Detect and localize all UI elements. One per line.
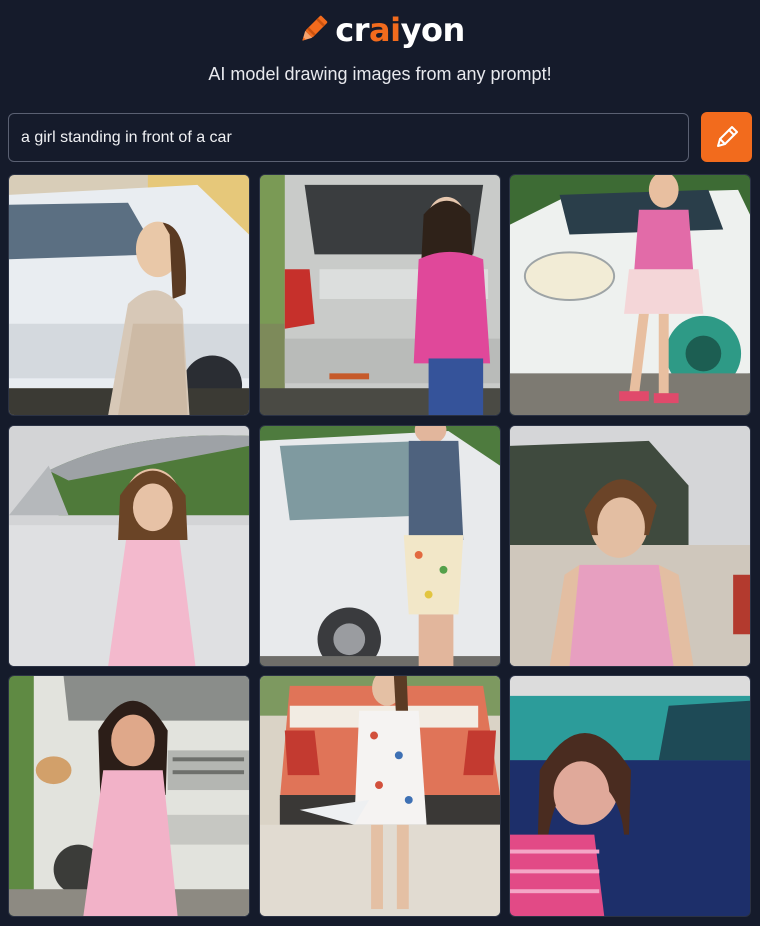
pencil-icon <box>716 126 738 147</box>
image-girl-pink-dress-white-suv <box>9 676 249 916</box>
image-girl-silver-hatchback <box>260 175 500 415</box>
craiyon-logo[interactable]: craiyon <box>0 8 760 52</box>
generated-image-6[interactable] <box>509 425 751 667</box>
generated-image-4[interactable] <box>8 425 250 667</box>
generated-image-1[interactable] <box>8 174 250 416</box>
crayon-logo-icon <box>302 15 328 41</box>
image-girl-pink-dress-silver-car <box>9 426 249 666</box>
header: craiyon AI model drawing images from any… <box>0 0 760 110</box>
generated-image-5[interactable] <box>259 425 501 667</box>
image-girl-white-car-1 <box>9 175 249 415</box>
image-girl-pink-top-silver-car <box>510 426 750 666</box>
generated-image-2[interactable] <box>259 174 501 416</box>
image-girl-floral-dress-orange-car <box>260 676 500 916</box>
generated-image-7[interactable] <box>8 675 250 917</box>
generated-image-3[interactable] <box>509 174 751 416</box>
generated-image-8[interactable] <box>259 675 501 917</box>
tagline: AI model drawing images from any prompt! <box>208 64 552 84</box>
draw-button[interactable] <box>701 112 752 162</box>
prompt-input[interactable] <box>8 113 689 162</box>
generated-image-9[interactable] <box>509 675 751 917</box>
image-girl-blue-top-white-car <box>260 426 500 666</box>
brand-name: craiyon <box>335 11 465 49</box>
image-grid <box>8 174 752 918</box>
image-girl-dark-blue-car <box>510 676 750 916</box>
image-girl-white-car-teal-wheel <box>510 175 750 415</box>
